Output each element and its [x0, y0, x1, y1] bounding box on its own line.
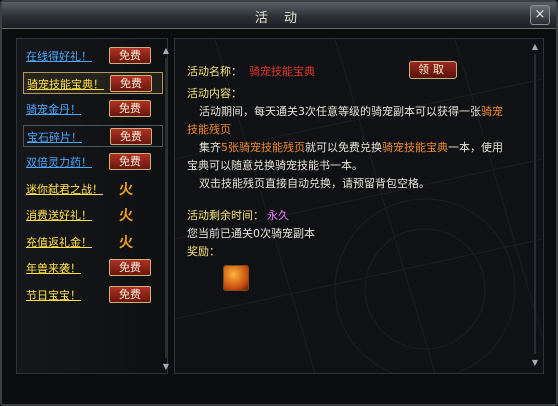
list-item-label[interactable]: 在线得好礼！ [26, 48, 92, 64]
list-item-label[interactable]: 年兽来袭！ [26, 260, 81, 276]
free-button[interactable]: 免费 [109, 153, 151, 170]
fire-icon: 火 [119, 181, 133, 198]
title-bar[interactable]: 活 动 × [2, 2, 556, 29]
list-item-label[interactable]: 骑宠金丹！ [26, 101, 81, 117]
content-line-2: 技能残页 [187, 123, 231, 136]
content-line-3: 集齐5张骑宠技能残页就可以免费兑换骑宠技能宝典一本，使用 [199, 141, 503, 154]
free-button[interactable]: 免费 [109, 100, 151, 117]
reward-item-icon[interactable] [223, 265, 249, 291]
free-button[interactable]: 免费 [110, 74, 152, 92]
list-item[interactable]: 充值返礼金！ 火 [23, 231, 163, 253]
scroll-up-icon[interactable]: ▲ [161, 46, 171, 56]
list-scrollbar[interactable]: ▲ ▼ [161, 46, 171, 372]
content-line-1: 活动期间，每天通关3次任意等级的骑宠副本可以获得一张骑宠 [199, 105, 503, 118]
free-button[interactable]: 免费 [109, 285, 151, 303]
detail-scroll-up-icon[interactable]: ▲ [530, 42, 540, 52]
list-item[interactable]: 年兽来袭！ 免费 [23, 257, 163, 279]
list-item[interactable]: 在线得好礼！ 免费 [23, 45, 163, 67]
list-item[interactable]: 双倍灵力药！ 免费 [23, 151, 163, 173]
list-item-label[interactable]: 宝石碎片！ [27, 129, 82, 145]
detail-scroll-down-icon[interactable]: ▼ [530, 358, 540, 368]
claim-button[interactable]: 领取 [409, 61, 457, 79]
list-item[interactable]: 骑宠技能宝典！ 免费 [23, 71, 163, 94]
list-item-label[interactable]: 消费送好礼！ [26, 207, 92, 223]
content-line-4: 宝典可以随意兑换骑宠技能书一本。 [187, 159, 363, 172]
content-line-5: 双击技能残页直接自动兑换，请预留背包空格。 [199, 177, 430, 190]
scroll-down-icon[interactable]: ▼ [161, 362, 171, 372]
window-title: 活 动 [254, 11, 304, 26]
activity-content-label: 活动内容： [187, 87, 242, 100]
fire-icon: 火 [119, 208, 133, 224]
activity-name-value: 骑宠技能宝典 [249, 65, 315, 78]
free-button[interactable]: 免费 [109, 259, 151, 276]
list-item-label[interactable]: 双倍灵力药！ [26, 154, 92, 170]
activity-window: 活 动 × 在线得好礼！ 免费 骑宠技能宝典！ 免费 骑宠金丹！ 免费 宝石碎片！ 免费 双倍灵… [0, 0, 558, 406]
list-item[interactable]: 节日宝宝！ 免费 [23, 284, 163, 306]
remaining-time-label: 活动剩余时间： [187, 209, 264, 222]
list-item[interactable]: 消费送好礼！ 火 [23, 204, 163, 226]
list-item-label[interactable]: 骑宠技能宝典！ [27, 76, 104, 92]
progress-text: 您当前已通关0次骑宠副本 [187, 227, 315, 240]
detail-scrollbar[interactable]: ▲ ▼ [530, 42, 540, 368]
free-button[interactable]: 免费 [110, 127, 152, 145]
activity-list: 在线得好礼！ 免费 骑宠技能宝典！ 免费 骑宠金丹！ 免费 宝石碎片！ 免费 双倍灵力药！ 免费迷… [16, 38, 168, 374]
activity-name-label: 活动名称： [187, 65, 242, 78]
list-item[interactable]: 骑宠金丹！ 免费 [23, 98, 163, 120]
list-item[interactable]: 宝石碎片！ 免费 [23, 124, 163, 147]
list-item[interactable]: 迷你弑君之战！ 火 [23, 178, 163, 200]
scroll-track[interactable] [165, 58, 167, 358]
list-item-label[interactable]: 充值返礼金！ [26, 234, 92, 250]
reward-label: 奖励： [187, 245, 220, 258]
fire-icon: 火 [119, 234, 133, 251]
list-item-label[interactable]: 迷你弑君之战！ [26, 181, 103, 197]
free-button[interactable]: 免费 [109, 47, 151, 64]
remaining-time-value: 永久 [267, 209, 289, 222]
activity-detail-panel: 活动名称： 骑宠技能宝典 领取 活动内容： 活动期间，每天通关3次任意等级的骑宠… [174, 38, 544, 374]
close-icon[interactable]: × [530, 5, 550, 25]
list-item-label[interactable]: 节日宝宝！ [26, 287, 81, 303]
detail-scroll-track[interactable] [534, 54, 536, 354]
